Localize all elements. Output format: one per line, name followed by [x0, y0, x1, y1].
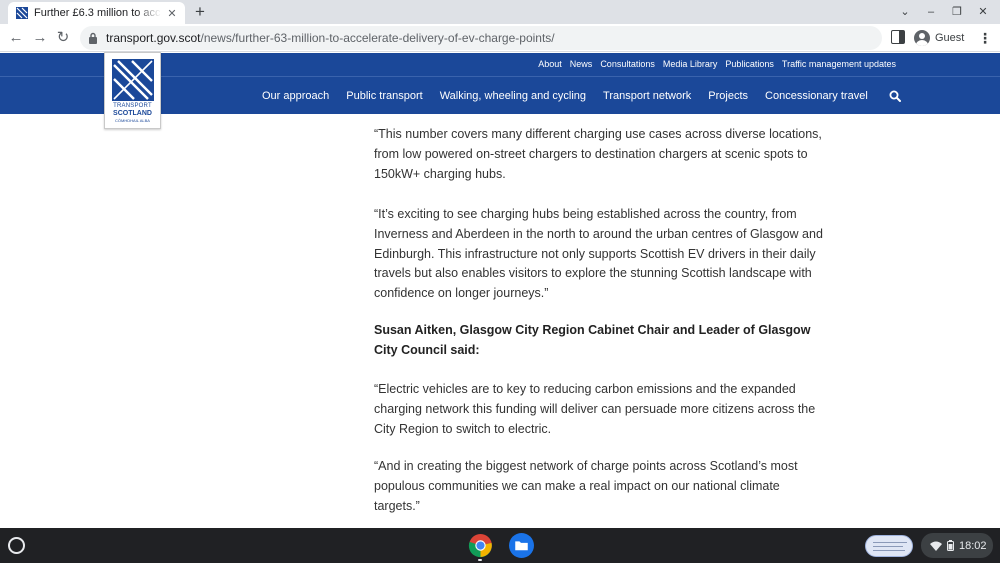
- utility-link-about[interactable]: About: [538, 59, 562, 69]
- url-host: transport.gov.scot: [106, 31, 201, 45]
- transport-scotland-logo-icon: [111, 59, 154, 101]
- logo-line-transport: TRANSPORT: [113, 103, 152, 109]
- nav-concessionary-travel[interactable]: Concessionary travel: [765, 90, 868, 102]
- site-logo[interactable]: TRANSPORT SCOTLAND CÒMHDHAIL ALBA: [104, 52, 161, 129]
- side-panel-icon[interactable]: [891, 30, 905, 44]
- guest-avatar-icon: [914, 30, 930, 46]
- article-paragraph: “And in creating the biggest network of …: [374, 459, 798, 513]
- lock-icon: [89, 32, 97, 44]
- tab-title: Further £6.3 million to accelerate deliv…: [34, 7, 161, 19]
- app-running-indicator: [478, 559, 482, 561]
- reload-button[interactable]: ↻: [53, 28, 73, 48]
- logo-line-gaelic: CÒMHDHAIL ALBA: [115, 118, 150, 123]
- profile-button[interactable]: Guest: [912, 27, 972, 49]
- logo-line-scotland: SCOTLAND: [113, 110, 152, 117]
- nav-projects[interactable]: Projects: [708, 90, 748, 102]
- minimize-button[interactable]: –: [920, 2, 942, 22]
- os-shelf: 18:02: [0, 528, 1000, 563]
- utility-link-publications[interactable]: Publications: [725, 59, 774, 69]
- tab-strip: Further £6.3 million to accelerate deliv…: [0, 0, 1000, 24]
- new-tab-button[interactable]: +: [190, 2, 210, 22]
- wifi-icon: [930, 541, 942, 551]
- browser-tab[interactable]: Further £6.3 million to accelerate deliv…: [8, 2, 185, 24]
- browser-menu-icon[interactable]: ⋮: [976, 28, 994, 48]
- clock: 18:02: [959, 539, 987, 552]
- utility-link-media-library[interactable]: Media Library: [663, 59, 718, 69]
- search-icon[interactable]: [889, 90, 901, 102]
- nav-public-transport[interactable]: Public transport: [346, 90, 422, 102]
- nav-transport-network[interactable]: Transport network: [603, 90, 691, 102]
- article-paragraph: “This number covers many different charg…: [374, 127, 822, 181]
- utility-link-consultations[interactable]: Consultations: [600, 59, 655, 69]
- utility-link-traffic-management[interactable]: Traffic management updates: [782, 59, 896, 69]
- speaker-attribution: Susan Aitken, Glasgow City Region Cabine…: [374, 323, 811, 357]
- close-window-button[interactable]: ✕: [972, 2, 994, 22]
- address-bar[interactable]: transport.gov.scot/news/further-63-milli…: [80, 26, 882, 50]
- back-button[interactable]: ←: [6, 28, 26, 48]
- transport-scotland-favicon-icon: [16, 7, 28, 19]
- article-paragraph: “It’s exciting to see charging hubs bein…: [374, 207, 823, 301]
- utility-link-news[interactable]: News: [570, 59, 593, 69]
- tab-close-icon[interactable]: ✕: [165, 7, 179, 20]
- nav-walking-wheeling-cycling[interactable]: Walking, wheeling and cycling: [440, 90, 586, 102]
- tray-notes-icon[interactable]: [865, 535, 913, 557]
- profile-label: Guest: [935, 32, 965, 44]
- article-paragraph: “Electric vehicles are to key to reducin…: [374, 382, 816, 436]
- files-app-icon[interactable]: [509, 533, 534, 558]
- utility-links: About News Consultations Media Library P…: [538, 59, 896, 69]
- nav-our-approach[interactable]: Our approach: [262, 90, 329, 102]
- launcher-icon[interactable]: [8, 537, 25, 554]
- tab-search-chevron-icon[interactable]: ⌄: [894, 2, 916, 22]
- url-path: /news/further-63-million-to-accelerate-d…: [200, 31, 555, 45]
- forward-button[interactable]: →: [30, 28, 50, 48]
- battery-icon: [947, 540, 954, 551]
- status-tray[interactable]: 18:02: [921, 533, 993, 558]
- chrome-app-icon[interactable]: [468, 533, 493, 558]
- restore-button[interactable]: ❐: [946, 2, 968, 22]
- main-nav: Our approach Public transport Walking, w…: [262, 90, 901, 102]
- browser-toolbar: ← → ↻ transport.gov.scot/news/further-63…: [0, 24, 1000, 52]
- window-controls: ⌄ – ❐ ✕: [894, 2, 994, 22]
